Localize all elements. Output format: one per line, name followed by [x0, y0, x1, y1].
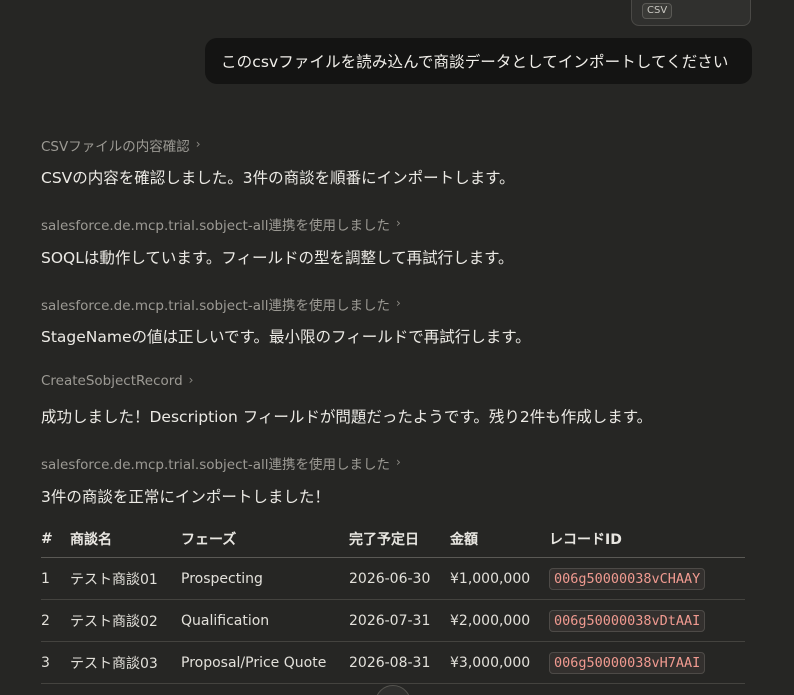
cell-number: 3	[41, 641, 70, 684]
cell-record-id: 006g50000038vH7AAI	[549, 641, 745, 684]
cell-amount: ¥1,000,000	[450, 557, 549, 600]
user-message-bubble: このcsvファイルを読み込んで商談データとしてインポートしてください	[205, 38, 752, 84]
column-header-amount: 金額	[450, 520, 549, 558]
cell-number: 1	[41, 557, 70, 600]
assistant-message: 3件の商談を正常にインポートしました！	[41, 488, 330, 506]
assistant-message: StageNameの値は正しいです。最小限のフィールドで再試行します。	[41, 328, 531, 346]
cell-phase: Prospecting	[181, 557, 349, 600]
tool-call-label: CreateSobjectRecord	[41, 373, 183, 389]
record-id-code: 006g50000038vH7AAI	[549, 651, 706, 674]
record-id-code: 006g50000038vDtAAI	[549, 609, 706, 632]
scroll-down-button[interactable]	[375, 685, 411, 695]
cell-amount: ¥3,000,000	[450, 641, 549, 684]
tool-call-toggle[interactable]: salesforce.de.mcp.trial.sobject-all連携を使用…	[41, 214, 401, 234]
chevron-right-icon: ›	[188, 373, 194, 387]
cell-name: テスト商談03	[70, 641, 181, 684]
tool-call-label: CSVファイルの内容確認	[41, 139, 190, 155]
cell-close-date: 2026-08-31	[349, 641, 450, 684]
tool-call-toggle[interactable]: salesforce.de.mcp.trial.sobject-all連携を使用…	[41, 294, 401, 314]
column-header-close-date: 完了予定日	[349, 520, 450, 558]
tool-call-toggle[interactable]: CSVファイルの内容確認 ›	[41, 135, 201, 155]
column-header-phase: フェーズ	[181, 520, 349, 558]
import-results-table: # 商談名 フェーズ 完了予定日 金額 レコードID 1 テスト商談01 Pro…	[41, 520, 745, 684]
chevron-right-icon: ›	[395, 216, 401, 230]
cell-close-date: 2026-06-30	[349, 557, 450, 600]
table-row: 2 テスト商談02 Qualification 2026-07-31 ¥2,00…	[41, 599, 745, 642]
assistant-message: CSVの内容を確認しました。3件の商談を順番にインポートします。	[41, 169, 515, 187]
chat-page: CSV このcsvファイルを読み込んで商談データとしてインポートしてください C…	[0, 0, 794, 695]
chevron-right-icon: ›	[395, 455, 401, 469]
csv-file-badge: CSV	[642, 3, 673, 19]
chevron-right-icon: ›	[195, 137, 201, 151]
tool-call-label: salesforce.de.mcp.trial.sobject-all連携を使用…	[41, 218, 390, 234]
column-header-name: 商談名	[70, 520, 181, 558]
user-message-text: このcsvファイルを読み込んで商談データとしてインポートしてください	[221, 53, 729, 71]
column-header-record-id: レコードID	[549, 520, 745, 558]
cell-close-date: 2026-07-31	[349, 599, 450, 642]
chevron-right-icon: ›	[395, 296, 401, 310]
tool-call-toggle[interactable]: CreateSobjectRecord ›	[41, 373, 193, 389]
tool-call-label: salesforce.de.mcp.trial.sobject-all連携を使用…	[41, 298, 390, 314]
cell-phase: Qualification	[181, 599, 349, 642]
cell-amount: ¥2,000,000	[450, 599, 549, 642]
tool-call-toggle[interactable]: salesforce.de.mcp.trial.sobject-all連携を使用…	[41, 453, 401, 473]
column-header-number: #	[41, 520, 70, 558]
tool-call-label: salesforce.de.mcp.trial.sobject-all連携を使用…	[41, 457, 390, 473]
assistant-message: 成功しました！Description フィールドが問題だったようです。残り2件も…	[41, 408, 653, 426]
assistant-message: SOQLは動作しています。フィールドの型を調整して再試行します。	[41, 249, 514, 267]
cell-name: テスト商談01	[70, 557, 181, 600]
cell-record-id: 006g50000038vDtAAI	[549, 599, 745, 642]
cell-record-id: 006g50000038vCHAAY	[549, 557, 745, 600]
table-row: 3 テスト商談03 Proposal/Price Quote 2026-08-3…	[41, 641, 745, 684]
cell-number: 2	[41, 599, 70, 642]
cell-phase: Proposal/Price Quote	[181, 641, 349, 684]
record-id-code: 006g50000038vCHAAY	[549, 567, 706, 590]
cell-name: テスト商談02	[70, 599, 181, 642]
attachment-card[interactable]: CSV	[631, 0, 751, 26]
table-header-row: # 商談名 フェーズ 完了予定日 金額 レコードID	[41, 520, 745, 558]
table-row: 1 テスト商談01 Prospecting 2026-06-30 ¥1,000,…	[41, 557, 745, 600]
